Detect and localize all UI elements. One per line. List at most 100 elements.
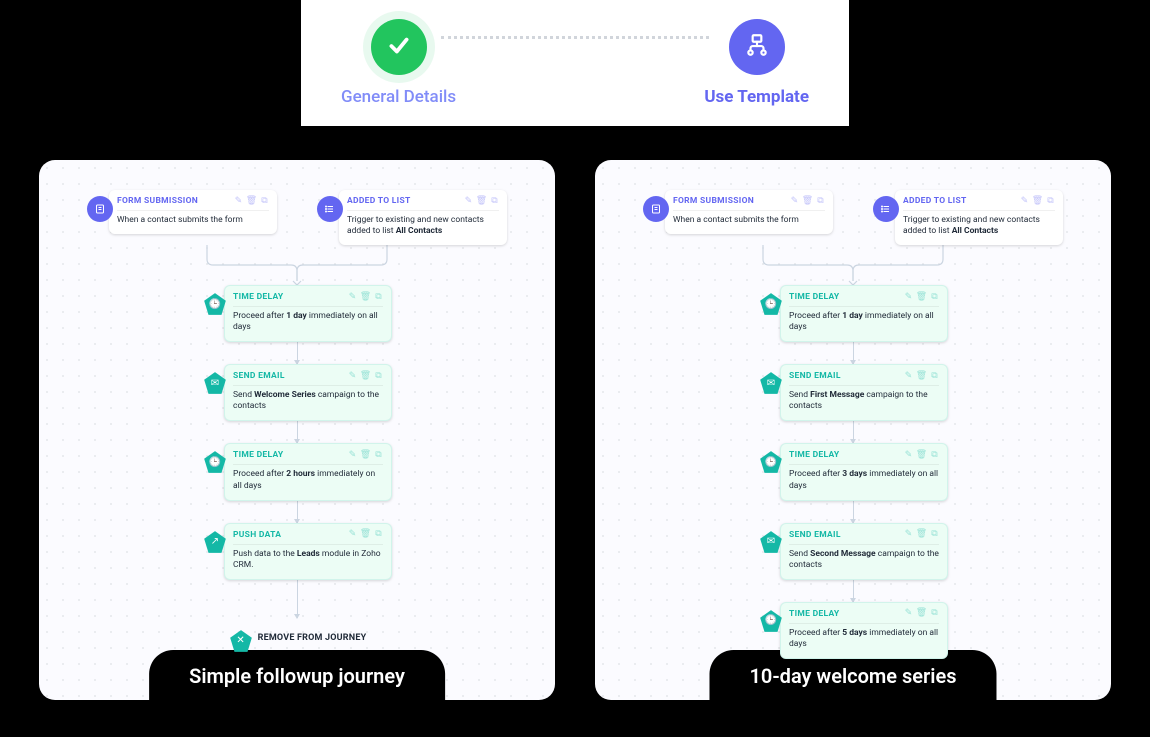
node-body: When a contact submits the form (117, 215, 269, 226)
edit-icon: ✎ (348, 451, 357, 460)
triggers-row: FORM SUBMISSION ✎🗑⧉ When a contact submi… (59, 190, 535, 245)
node-box: TIME DELAY✎🗑⧉ Proceed after 3 days immed… (780, 443, 948, 500)
delete-icon: 🗑 (361, 531, 370, 540)
node-title: ADDED TO LIST (347, 196, 411, 207)
node-actions[interactable]: ✎🗑⧉ (348, 531, 383, 540)
connector (853, 342, 854, 364)
node-actions[interactable]: ✎🗑⧉ (904, 531, 939, 540)
node-box: TIME DELAY✎🗑⧉ Proceed after 1 day immedi… (780, 285, 948, 342)
node-actions[interactable]: ✎🗑⧉ (348, 293, 383, 302)
edit-icon: ✎ (904, 293, 913, 302)
step-time-delay[interactable]: 🕒 TIME DELAY✎🗑⧉ Proceed after 1 day imme… (758, 285, 948, 342)
step-use-template[interactable]: Use Template (704, 19, 809, 107)
edit-icon: ✎ (464, 197, 473, 206)
mail-icon: ✉ (758, 529, 784, 555)
journey-canvas: FORM SUBMISSION✎🗑⧉ When a contact submit… (595, 160, 1111, 700)
node-body: Trigger to existing and new contacts add… (903, 215, 1055, 237)
step-time-delay[interactable]: 🕒 TIME DELAY✎🗑⧉ Proceed after 1 day imme… (202, 285, 392, 342)
node-title: SEND EMAIL (233, 371, 285, 382)
node-actions[interactable]: ✎🗑⧉ (904, 451, 939, 460)
node-actions[interactable]: ✎🗑⧉ (904, 372, 939, 381)
template-icon (744, 32, 770, 62)
node-title: FORM SUBMISSION (673, 196, 754, 207)
copy-icon: ⧉ (374, 531, 383, 540)
trigger-form-submission[interactable]: FORM SUBMISSION✎🗑⧉ When a contact submit… (643, 190, 833, 245)
step-send-email[interactable]: ✉ SEND EMAIL ✎ 🗑 ⧉ Send Welcome Series camp… (202, 364, 392, 421)
steps-stack: 🕒 TIME DELAY✎🗑⧉ Proceed after 1 day imme… (615, 285, 1091, 659)
merge-connector (167, 245, 427, 285)
connector (297, 342, 298, 364)
node-body: Send Second Message campaign to the cont… (789, 549, 939, 571)
node-box: FORM SUBMISSION✎🗑⧉ When a contact submit… (665, 190, 833, 234)
node-box: SEND EMAIL✎🗑⧉ Send Second Message campai… (780, 523, 948, 580)
node-actions[interactable]: ✎🗑⧉ (904, 610, 939, 619)
node-actions[interactable]: ✎🗑⧉ (904, 293, 939, 302)
connector (853, 501, 854, 523)
connector (297, 421, 298, 443)
mail-icon: ✉ (202, 370, 228, 396)
node-title: ADDED TO LIST (903, 196, 967, 207)
node-body: Proceed after 5 days immediately on all … (789, 628, 939, 650)
step-send-email[interactable]: ✉ SEND EMAIL✎🗑⧉ Send Second Message camp… (758, 523, 948, 580)
step-time-delay[interactable]: 🕒 TIME DELAY✎🗑⧉ Proceed after 3 days imm… (758, 443, 948, 500)
edit-icon: ✎ (790, 197, 799, 206)
delete-icon: 🗑 (917, 372, 926, 381)
node-title: TIME DELAY (789, 609, 840, 620)
step-general-details[interactable]: General Details (341, 19, 456, 107)
copy-icon: ⧉ (260, 197, 269, 206)
node-box: SEND EMAIL ✎ 🗑 ⧉ Send Welcome Series campai… (224, 364, 392, 421)
trigger-added-to-list[interactable]: ADDED TO LIST ✎🗑⧉ Trigger to existing an… (317, 190, 507, 245)
delete-icon: 🗑 (361, 293, 370, 302)
step-send-email[interactable]: ✉ SEND EMAIL✎🗑⧉ Send First Message campa… (758, 364, 948, 421)
steps-stack: 🕒 TIME DELAY✎🗑⧉ Proceed after 1 day imme… (59, 285, 535, 654)
edit-icon: ✎ (904, 610, 913, 619)
step-time-delay[interactable]: 🕒 TIME DELAY ✎🗑⧉ Proceed after 5 days imm… (758, 602, 948, 659)
trigger-form-submission[interactable]: FORM SUBMISSION ✎🗑⧉ When a contact submi… (87, 190, 277, 245)
exit-icon: ✕ (228, 628, 254, 654)
node-title: TIME DELAY (233, 450, 284, 461)
node-actions[interactable]: ✎ 🗑 ⧉ (348, 372, 383, 381)
node-actions[interactable]: ✎🗑⧉ (348, 451, 383, 460)
copy-icon: ⧉ (930, 610, 939, 619)
step-push-data[interactable]: ↗ PUSH DATA✎🗑⧉ Push data to the Leads mo… (202, 523, 392, 580)
end-label: REMOVE FROM JOURNEY (258, 633, 367, 643)
node-body: Send Welcome Series campaign to the cont… (233, 390, 383, 412)
delete-icon: 🗑 (247, 197, 256, 206)
edit-icon: ✎ (348, 372, 357, 381)
form-icon (643, 196, 669, 222)
node-body: Send First Message campaign to the conta… (789, 390, 939, 412)
clock-icon: 🕒 (758, 449, 784, 475)
copy-icon: ⧉ (816, 197, 825, 206)
delete-icon: 🗑 (361, 372, 370, 381)
node-title: SEND EMAIL (789, 371, 841, 382)
clock-icon: 🕒 (202, 291, 228, 317)
node-actions[interactable]: ✎🗑⧉ (1020, 197, 1055, 206)
check-icon (386, 32, 412, 62)
delete-icon: 🗑 (361, 451, 370, 460)
trigger-added-to-list[interactable]: ADDED TO LIST ✎🗑⧉ Trigger to existing and… (873, 190, 1063, 245)
node-actions[interactable]: ✎🗑⧉ (790, 197, 825, 206)
node-box: FORM SUBMISSION ✎🗑⧉ When a contact submi… (109, 190, 277, 234)
copy-icon: ⧉ (1046, 197, 1055, 206)
node-title: TIME DELAY (233, 292, 284, 303)
step-time-delay[interactable]: 🕒 TIME DELAY✎🗑⧉ Proceed after 2 hours im… (202, 443, 392, 500)
step-done-circle (371, 19, 427, 75)
template-card-simple-followup[interactable]: FORM SUBMISSION ✎ 🗑 ⧉ When a contact submi… (39, 160, 555, 700)
node-box: ADDED TO LIST ✎🗑⧉ Trigger to existing an… (339, 190, 507, 245)
node-actions[interactable]: ✎🗑⧉ (464, 197, 499, 206)
node-title: FORM SUBMISSION (117, 196, 198, 207)
step-connector (441, 36, 709, 39)
node-title: PUSH DATA (233, 530, 281, 541)
connector (853, 421, 854, 443)
node-body: Push data to the Leads module in Zoho CR… (233, 549, 383, 571)
copy-icon: ⧉ (374, 372, 383, 381)
connector (297, 501, 298, 523)
delete-icon: 🗑 (917, 293, 926, 302)
clock-icon: 🕒 (758, 608, 784, 634)
connector (853, 580, 854, 602)
list-icon (873, 196, 899, 222)
template-card-10-day-welcome[interactable]: FORM SUBMISSION✎🗑⧉ When a contact submit… (595, 160, 1111, 700)
delete-icon: 🗑 (917, 531, 926, 540)
node-actions[interactable]: ✎🗑⧉ (234, 197, 269, 206)
end-remove-from-journey[interactable]: ✕ REMOVE FROM JOURNEY (228, 622, 367, 654)
